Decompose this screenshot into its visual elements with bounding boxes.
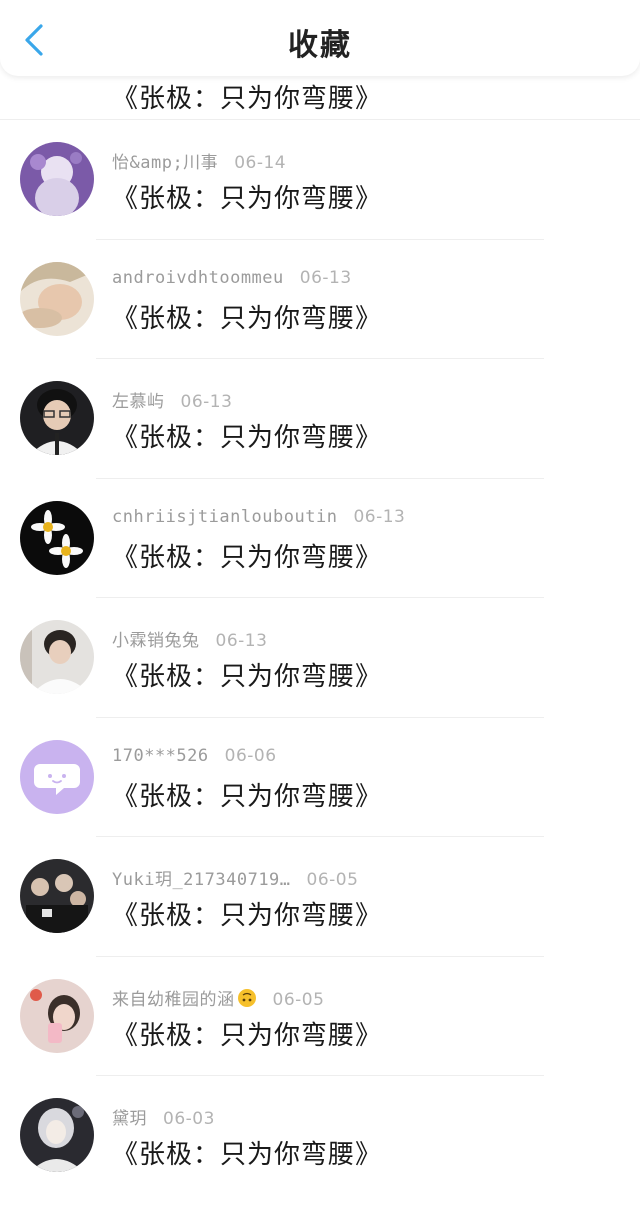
username[interactable]: 左慕屿 xyxy=(112,392,165,412)
date: 06-06 xyxy=(224,745,277,766)
username[interactable]: 来自幼稚园的涵 xyxy=(112,990,235,1010)
item-title: 《张极：只为你弯腰》 xyxy=(112,662,383,692)
list-item[interactable]: 小霖销兔兔 06-13 《张极：只为你弯腰》 xyxy=(0,598,640,718)
item-meta: 左慕屿 06-13 xyxy=(112,387,232,412)
item-meta: 来自幼稚园的涵 06-05 xyxy=(112,985,324,1010)
username[interactable]: 170***526 xyxy=(112,746,209,766)
chat-bubble-icon xyxy=(20,739,94,814)
list-item[interactable]: 怡&amp;川事 06-14 《张极：只为你弯腰》 xyxy=(0,120,640,240)
list-item[interactable]: 黛玥 06-03 《张极：只为你弯腰》 xyxy=(0,1076,640,1196)
list-item[interactable]: androivdhtoommeu 06-13 《张极：只为你弯腰》 xyxy=(0,240,640,359)
date: 06-05 xyxy=(272,989,325,1010)
username[interactable]: cnhriisjtianlouboutin xyxy=(112,507,337,527)
item-title: 《张极：只为你弯腰》 xyxy=(112,84,383,114)
date: 06-03 xyxy=(163,1109,215,1129)
upside-down-face-emoji xyxy=(237,988,256,1007)
top-nav-bar: 收藏 xyxy=(0,0,640,76)
item-title: 《张极：只为你弯腰》 xyxy=(112,184,383,214)
item-meta: 170***526 06-06 xyxy=(112,746,277,766)
username[interactable]: 怡&amp;川事 xyxy=(112,153,218,173)
list-item[interactable]: cnhriisjtianlouboutin 06-13 《张极：只为你弯腰》 xyxy=(0,479,640,598)
item-meta: cnhriisjtianlouboutin 06-13 xyxy=(112,507,405,527)
item-title: 《张极：只为你弯腰》 xyxy=(112,901,383,931)
item-meta: Yuki玥_217340719… 06-05 xyxy=(112,865,358,890)
item-title: 《张极：只为你弯腰》 xyxy=(112,1140,383,1170)
username[interactable]: androivdhtoommeu xyxy=(112,268,284,288)
item-title: 《张极：只为你弯腰》 xyxy=(112,781,383,812)
avatar[interactable] xyxy=(20,978,94,1053)
item-meta: 黛玥 06-03 xyxy=(112,1104,215,1129)
list-item[interactable]: 170***526 06-06 《张极：只为你弯腰》 xyxy=(0,718,640,837)
item-meta: androivdhtoommeu 06-13 xyxy=(112,268,352,288)
username[interactable]: 小霖销兔兔 xyxy=(112,631,200,651)
favorites-list: 《张极：只为你弯腰》 怡&amp;川事 06-14 《张极：只为你弯腰》 and… xyxy=(0,0,640,1196)
avatar[interactable] xyxy=(20,142,94,216)
item-meta: 怡&amp;川事 06-14 xyxy=(112,148,286,173)
avatar[interactable] xyxy=(20,620,94,694)
list-item[interactable]: 左慕屿 06-13 《张极：只为你弯腰》 xyxy=(0,359,640,479)
avatar[interactable] xyxy=(20,859,94,933)
item-meta: 小霖销兔兔 06-13 xyxy=(112,626,267,651)
item-title: 《张极：只为你弯腰》 xyxy=(112,423,383,453)
date: 06-14 xyxy=(234,153,287,173)
date: 06-13 xyxy=(180,392,233,412)
avatar[interactable] xyxy=(20,1098,94,1172)
avatar[interactable] xyxy=(20,381,94,455)
date: 06-13 xyxy=(299,267,352,288)
username[interactable]: Yuki玥_217340719… xyxy=(112,870,291,890)
avatar[interactable] xyxy=(20,500,94,575)
item-title: 《张极：只为你弯腰》 xyxy=(112,542,383,573)
avatar[interactable] xyxy=(20,261,94,336)
date: 06-13 xyxy=(353,506,406,527)
username[interactable]: 黛玥 xyxy=(112,1109,147,1129)
page-title: 收藏 xyxy=(288,28,352,63)
avatar[interactable] xyxy=(20,739,94,814)
item-title: 《张极：只为你弯腰》 xyxy=(112,303,383,334)
date: 06-05 xyxy=(306,870,359,890)
list-item[interactable]: 来自幼稚园的涵 06-05 《张极：只为你弯腰》 xyxy=(0,957,640,1076)
list-item[interactable]: Yuki玥_217340719… 06-05 《张极：只为你弯腰》 xyxy=(0,837,640,957)
date: 06-13 xyxy=(215,631,268,651)
item-title: 《张极：只为你弯腰》 xyxy=(112,1020,383,1051)
